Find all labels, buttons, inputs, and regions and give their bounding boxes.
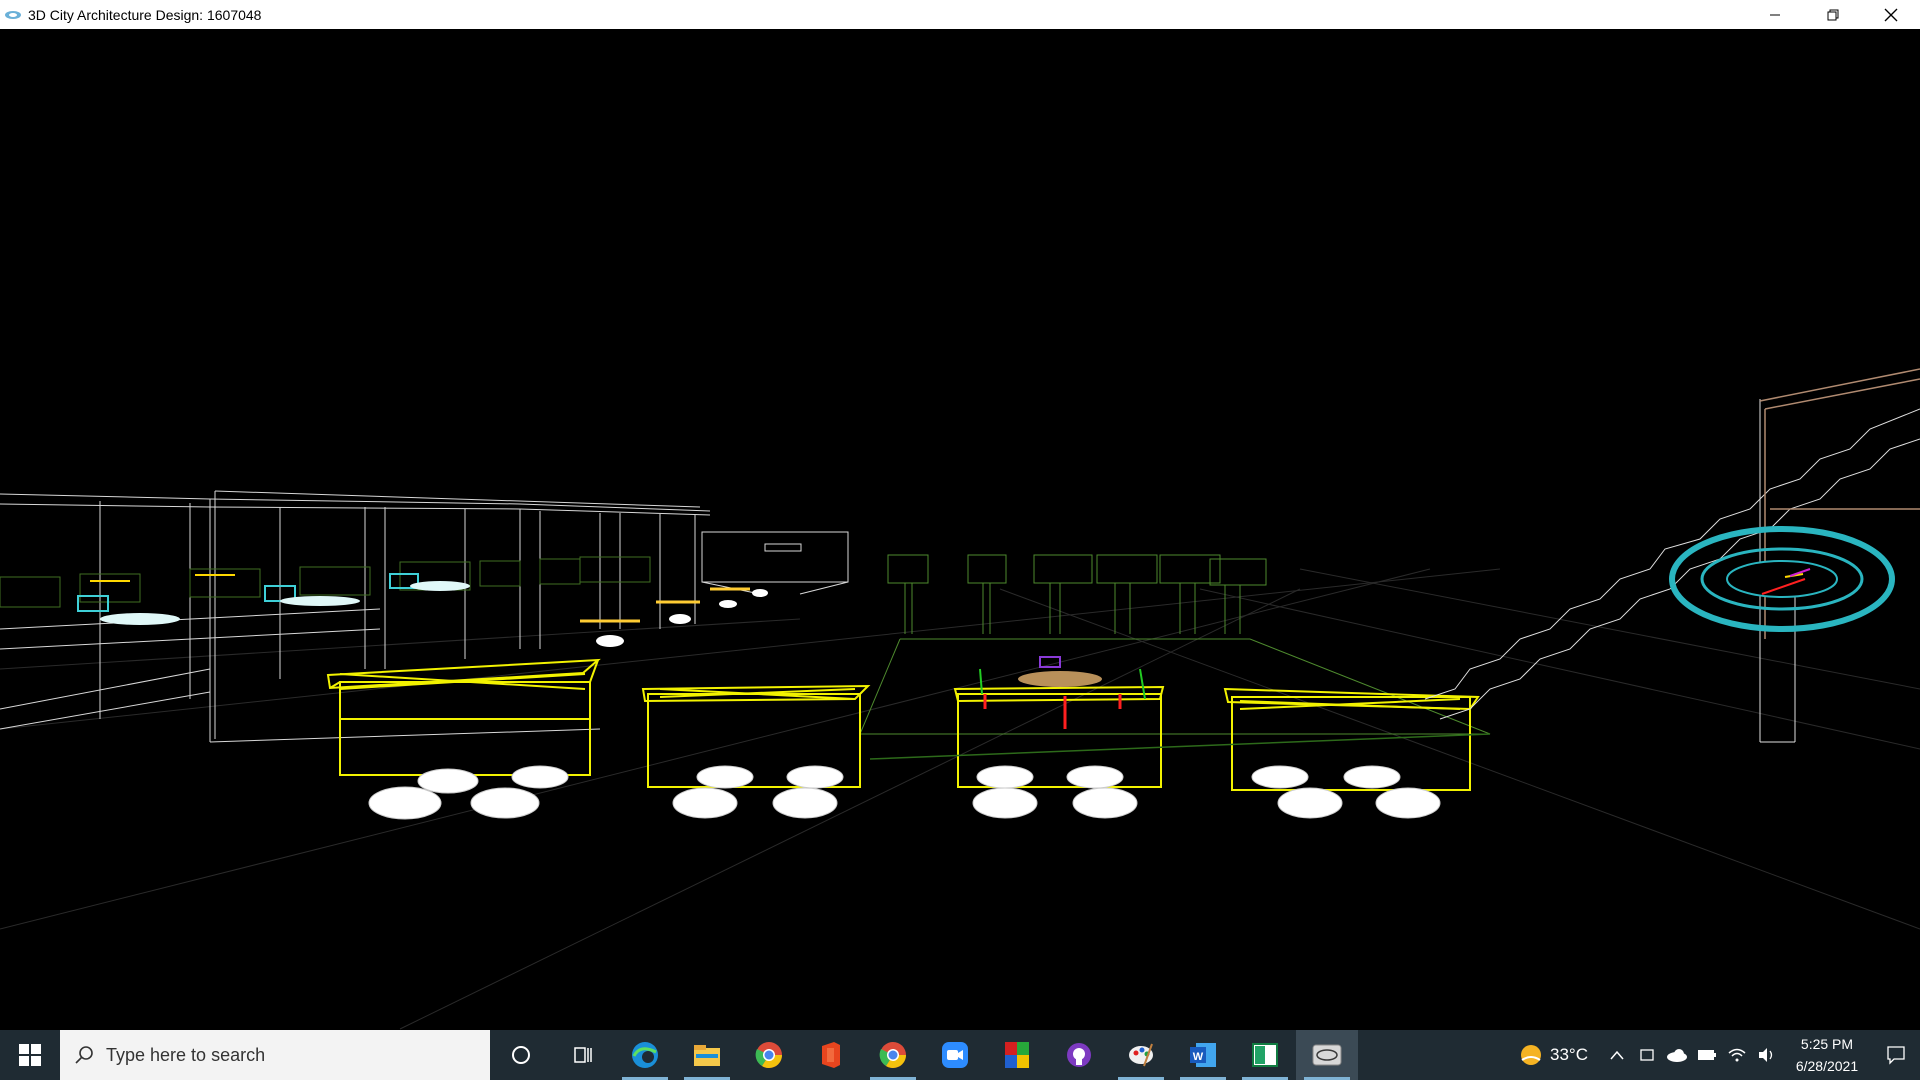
cloud-icon bbox=[1667, 1049, 1687, 1062]
github-icon bbox=[1067, 1043, 1091, 1067]
svg-text:W: W bbox=[1193, 1051, 1204, 1063]
restore-icon bbox=[1827, 9, 1839, 20]
taskbar-chrome[interactable] bbox=[738, 1030, 800, 1080]
battery-icon bbox=[1698, 1050, 1716, 1060]
app-logo-icon bbox=[5, 10, 21, 19]
search-placeholder: Type here to search bbox=[106, 1044, 266, 1065]
wifi-icon bbox=[1728, 1048, 1746, 1062]
file-explorer-icon bbox=[694, 1045, 720, 1066]
winrar-icon bbox=[1005, 1042, 1029, 1068]
taskbar-office[interactable] bbox=[800, 1030, 862, 1080]
chrome-icon bbox=[755, 1042, 783, 1069]
cortana-icon bbox=[512, 1046, 530, 1064]
chevron-up-icon bbox=[1610, 1050, 1624, 1060]
word-icon: W bbox=[1190, 1043, 1216, 1067]
clock-date: 6/28/2021 bbox=[1795, 1058, 1859, 1074]
3d-scene-viewport[interactable] bbox=[0, 29, 1920, 1030]
close-icon bbox=[1884, 8, 1898, 21]
speaker-icon bbox=[1759, 1048, 1773, 1062]
taskbar-file-explorer[interactable] bbox=[676, 1030, 738, 1080]
cortana-button[interactable] bbox=[490, 1030, 552, 1080]
taskbar-excel-app[interactable] bbox=[1234, 1030, 1296, 1080]
search-box[interactable]: Type here to search bbox=[60, 1030, 490, 1080]
cyan-torus bbox=[1669, 526, 1895, 632]
taskbar-zoom[interactable] bbox=[924, 1030, 986, 1080]
onedrive-button[interactable] bbox=[1662, 1030, 1692, 1080]
taskbar-winrar[interactable] bbox=[986, 1030, 1048, 1080]
minimize-button[interactable] bbox=[1746, 0, 1804, 29]
taskbar-edge[interactable] bbox=[614, 1030, 676, 1080]
clock-time: 5:25 PM bbox=[1800, 1036, 1854, 1052]
paint-icon bbox=[1129, 1043, 1153, 1067]
title-bar: 3D City Architecture Design: 1607048 bbox=[0, 0, 1920, 29]
windows-logo-icon bbox=[19, 1044, 41, 1066]
taskbar-clock[interactable]: 5:25 PM 6/28/2021 bbox=[1782, 1033, 1872, 1077]
action-center-button[interactable] bbox=[1872, 1030, 1920, 1080]
taskbar-chrome-2[interactable] bbox=[862, 1030, 924, 1080]
minimize-icon bbox=[1770, 14, 1780, 15]
taskbar: Type here to search W 33°C 5:25 PM 6/28/… bbox=[0, 1030, 1920, 1080]
taskbar-opengl-app[interactable] bbox=[1296, 1030, 1358, 1080]
meet-now-button[interactable] bbox=[1632, 1030, 1662, 1080]
restore-button[interactable] bbox=[1804, 0, 1862, 29]
edge-icon bbox=[632, 1042, 658, 1068]
notification-icon bbox=[1887, 1046, 1905, 1065]
system-tray: 33°C 5:25 PM 6/28/2021 bbox=[1518, 1030, 1920, 1080]
search-icon bbox=[75, 1046, 93, 1064]
camera-icon bbox=[1640, 1049, 1654, 1061]
chrome-icon-2 bbox=[879, 1042, 907, 1069]
zoom-icon bbox=[942, 1042, 968, 1068]
left-small-vehicles bbox=[77, 573, 768, 647]
battery-button[interactable] bbox=[1692, 1030, 1722, 1080]
window-title: 3D City Architecture Design: 1607048 bbox=[28, 6, 262, 23]
show-hidden-icons-button[interactable] bbox=[1602, 1030, 1632, 1080]
taskbar-github[interactable] bbox=[1048, 1030, 1110, 1080]
task-view-icon bbox=[574, 1047, 592, 1063]
center-cart-details bbox=[869, 656, 1491, 760]
excel-icon bbox=[1252, 1043, 1278, 1067]
cart-wheels bbox=[368, 765, 1441, 820]
taskbar-paint[interactable] bbox=[1110, 1030, 1172, 1080]
yellow-train-carts bbox=[326, 658, 1480, 791]
weather-icon[interactable] bbox=[1518, 1042, 1544, 1068]
wifi-button[interactable] bbox=[1722, 1030, 1752, 1080]
weather-temperature[interactable]: 33°C bbox=[1550, 1045, 1588, 1065]
3d-scene-canvas bbox=[0, 368, 1920, 1030]
close-button[interactable] bbox=[1862, 0, 1920, 29]
taskbar-word[interactable]: W bbox=[1172, 1030, 1234, 1080]
office-icon bbox=[822, 1042, 840, 1068]
opengl-app-icon bbox=[1312, 1044, 1342, 1066]
volume-button[interactable] bbox=[1752, 1030, 1782, 1080]
task-view-button[interactable] bbox=[552, 1030, 614, 1080]
start-button[interactable] bbox=[0, 1030, 60, 1080]
